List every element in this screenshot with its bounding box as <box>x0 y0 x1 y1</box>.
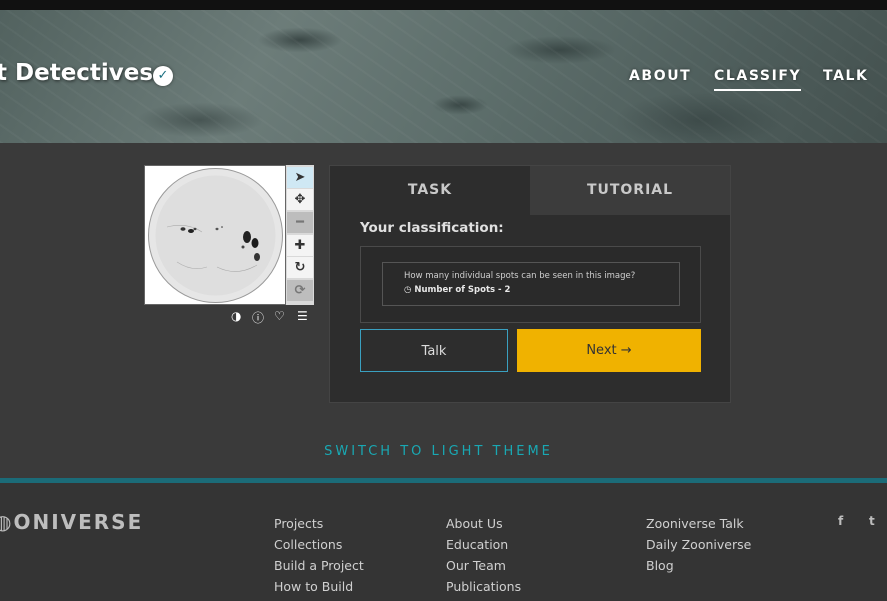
clock-icon: ◷ <box>404 285 412 295</box>
task-panel: TASK TUTORIAL Your classification: How m… <box>329 165 731 403</box>
zoom-in-icon[interactable]: ✚ <box>287 235 313 256</box>
footer-link[interactable]: Projects <box>274 513 364 534</box>
facebook-icon[interactable]: f <box>838 514 843 528</box>
invert-icon[interactable]: ◑ <box>231 309 241 323</box>
nav-talk[interactable]: TALK <box>823 68 868 84</box>
footer-link[interactable]: Build a Project <box>274 555 364 576</box>
answer-summary: How many individual spots can be seen in… <box>382 262 680 306</box>
footer-link[interactable]: Our Team <box>446 555 521 576</box>
tab-task[interactable]: TASK <box>330 166 530 215</box>
collections-icon[interactable]: ☰ <box>297 309 308 323</box>
check-badge-icon: ✓ <box>153 66 173 86</box>
answer-text: Number of Spots - 2 <box>414 285 511 295</box>
sun-disk-image <box>148 168 283 303</box>
logo-text: ONIVERSE <box>13 510 144 534</box>
footer-link[interactable]: About Us <box>446 513 521 534</box>
footer-col-projects: Projects Collections Build a Project How… <box>274 513 364 597</box>
answer-row: ◷ Number of Spots - 2 <box>404 285 679 295</box>
footer-link[interactable]: Education <box>446 534 521 555</box>
move-icon[interactable]: ✥ <box>287 189 313 210</box>
footer-link[interactable]: How to Build <box>274 576 364 597</box>
nav-classify[interactable]: CLASSIFY <box>714 68 802 91</box>
nav-about[interactable]: ABOUT <box>629 68 691 84</box>
project-title[interactable]: t Detectives <box>0 60 153 86</box>
zooniverse-logo-icon: ◍ <box>0 510 14 534</box>
next-button[interactable]: Next → <box>517 329 701 372</box>
footer-col-talk: Zooniverse Talk Daily Zooniverse Blog <box>646 513 751 576</box>
zooniverse-logo[interactable]: ◍ONIVERSE <box>0 510 143 534</box>
favorite-icon[interactable]: ♡ <box>274 309 285 323</box>
footer: ◍ONIVERSE Projects Collections Build a P… <box>0 483 887 601</box>
footer-link[interactable]: Collections <box>274 534 364 555</box>
question-text: How many individual spots can be seen in… <box>404 271 636 281</box>
top-bar <box>0 0 887 10</box>
footer-link[interactable]: Zooniverse Talk <box>646 513 751 534</box>
footer-link[interactable]: Daily Zooniverse <box>646 534 751 555</box>
tab-tutorial[interactable]: TUTORIAL <box>530 166 730 215</box>
twitter-icon[interactable]: t <box>869 514 875 528</box>
next-label: Next <box>586 343 617 358</box>
zoom-out-icon[interactable]: ━ <box>287 212 313 233</box>
info-icon[interactable]: ⓘ <box>252 309 264 326</box>
footer-link[interactable]: Blog <box>646 555 751 576</box>
pointer-icon[interactable]: ➤ <box>287 167 313 188</box>
subject-image[interactable] <box>144 165 286 305</box>
footer-col-about: About Us Education Our Team Publications <box>446 513 521 597</box>
talk-button[interactable]: Talk <box>360 329 508 372</box>
classification-summary: How many individual spots can be seen in… <box>360 246 701 323</box>
switch-theme-link[interactable]: SWITCH TO LIGHT THEME <box>0 444 877 459</box>
reset-icon[interactable]: ⟳ <box>287 280 313 301</box>
project-header: t Detectives ✓ ABOUT CLASSIFY TALK <box>0 10 887 143</box>
rotate-icon[interactable]: ↻ <box>287 257 313 278</box>
viewer-toolbar: ➤ ✥ ━ ✚ ↻ ⟳ <box>286 165 314 305</box>
arrow-right-icon: → <box>620 343 632 358</box>
classification-heading: Your classification: <box>360 220 504 236</box>
footer-link[interactable]: Publications <box>446 576 521 597</box>
